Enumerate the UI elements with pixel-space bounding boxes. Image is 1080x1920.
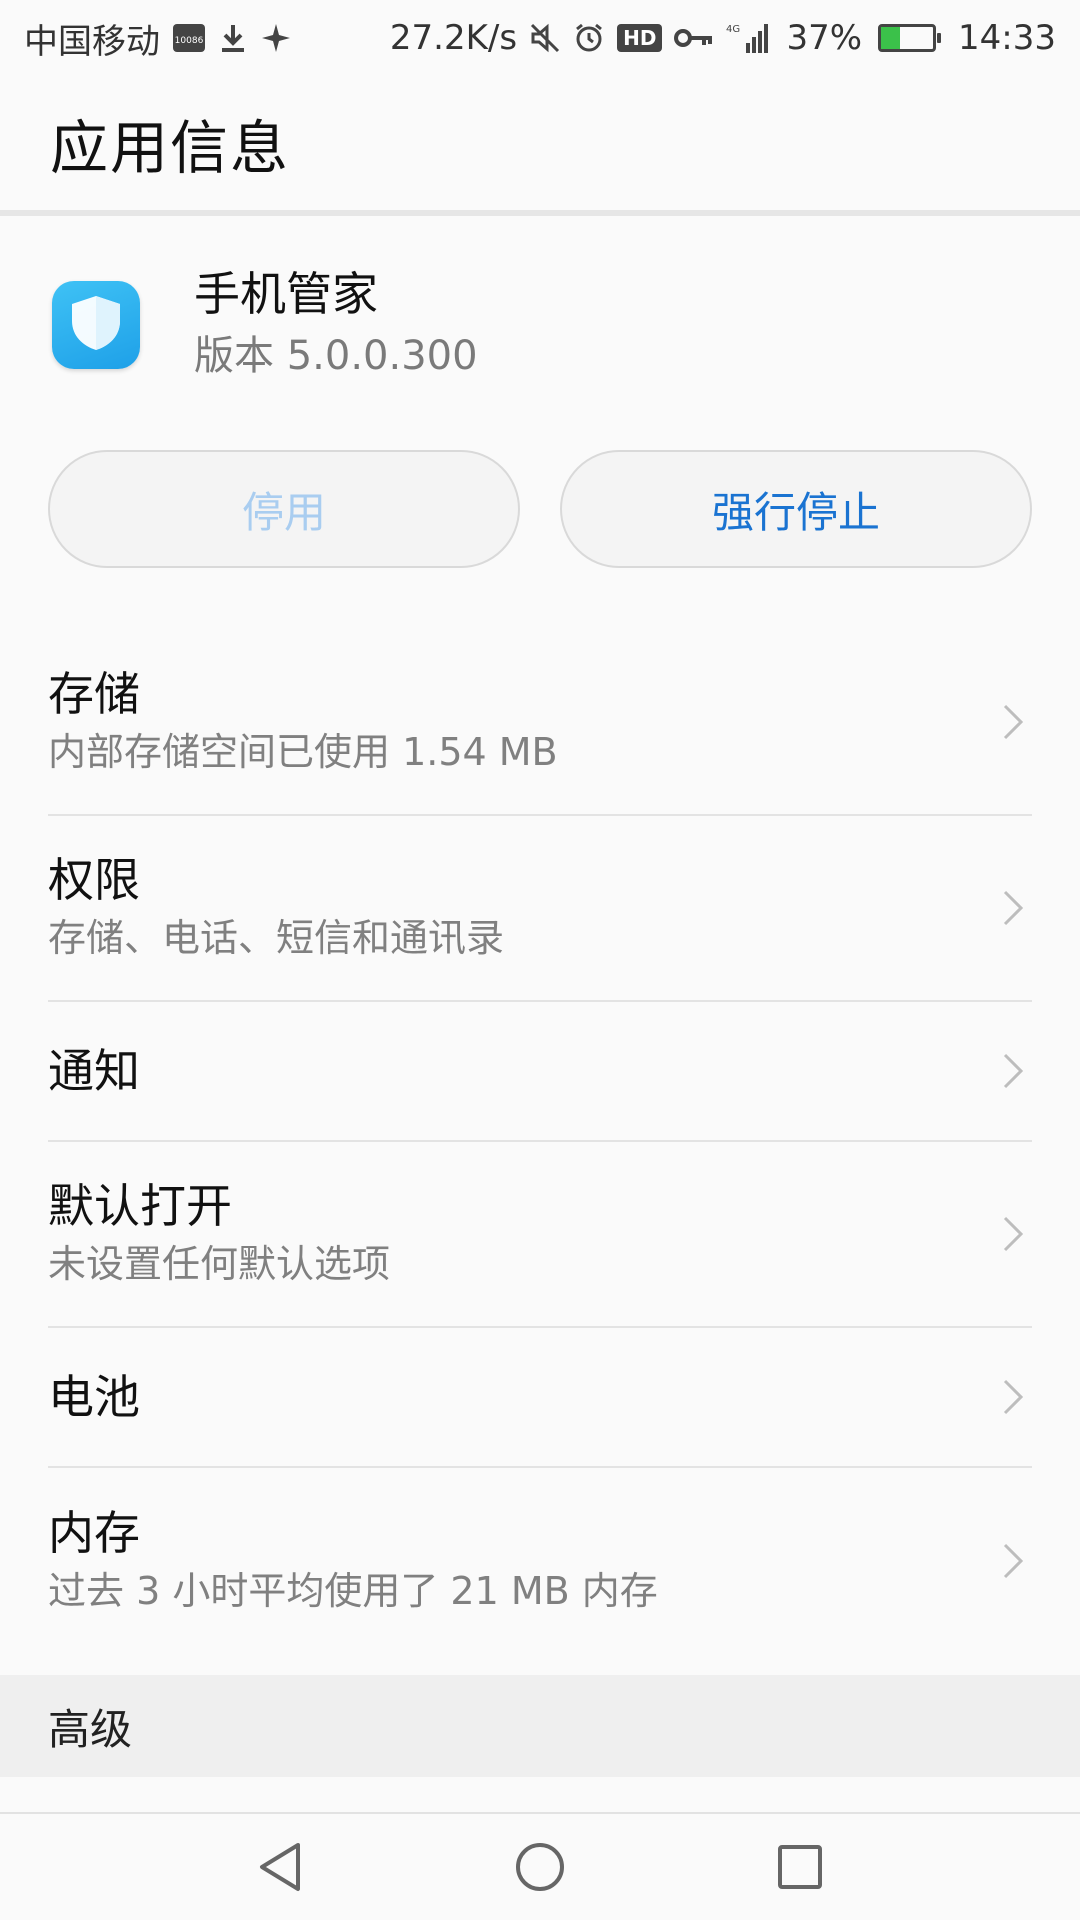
title-bar: 应用信息 (0, 76, 1080, 210)
title-divider (0, 210, 1080, 216)
app-header: 手机管家 版本 5.0.0.300 (0, 250, 1080, 400)
chevron-right-icon (998, 1541, 1028, 1581)
mute-icon (529, 22, 561, 54)
section-header-advanced: 高级 (0, 1675, 1080, 1777)
app-name: 手机管家 (194, 267, 378, 321)
alarm-icon (573, 22, 605, 54)
battery-percent: 37% (786, 18, 863, 58)
list-item-title: 通知 (48, 1044, 140, 1098)
page-title: 应用信息 (50, 114, 291, 182)
svg-text:4G: 4G (726, 24, 740, 35)
sparkle-icon (260, 22, 292, 54)
download-icon (218, 21, 248, 55)
chevron-right-icon (998, 1214, 1028, 1254)
list-item-battery[interactable]: 电池 (48, 1328, 1032, 1468)
net-speed: 27.2K/s (389, 18, 518, 58)
list-item-memory[interactable]: 内存 过去 3 小时平均使用了 21 MB 内存 (48, 1468, 1032, 1654)
chevron-right-icon (998, 1377, 1028, 1417)
list-item-permissions[interactable]: 权限 存储、电话、短信和通讯录 (48, 816, 1032, 1002)
status-bar: 中国移动 10086 27.2K/s HD 4G 37% 14:33 (0, 0, 1080, 76)
list-item-subtitle: 过去 3 小时平均使用了 21 MB 内存 (48, 1569, 658, 1613)
list-item-title: 内存 (48, 1506, 140, 1560)
hd-badge: HD (617, 24, 663, 52)
list-item-title: 存储 (48, 667, 140, 721)
home-icon[interactable] (505, 1832, 575, 1902)
list-item-subtitle: 未设置任何默认选项 (48, 1242, 391, 1286)
force-stop-button[interactable]: 强行停止 (560, 450, 1032, 568)
svg-text:10086: 10086 (175, 36, 204, 46)
battery-icon (878, 24, 942, 52)
settings-list: 存储 内部存储空间已使用 1.54 MB 权限 存储、电话、短信和通讯录 通知 … (0, 630, 1080, 1654)
carrier-badge-icon: 10086 (172, 21, 206, 55)
signal-icon: 4G (726, 21, 774, 55)
disable-button[interactable]: 停用 (48, 450, 520, 568)
section-title: 高级 (48, 1704, 133, 1754)
list-item-subtitle: 内部存储空间已使用 1.54 MB (48, 730, 558, 774)
list-item-title: 默认打开 (48, 1179, 232, 1233)
key-icon (674, 24, 714, 52)
back-icon[interactable] (245, 1832, 315, 1902)
carrier-name: 中国移动 (24, 21, 160, 62)
chevron-right-icon (998, 702, 1028, 742)
list-item-title: 电池 (48, 1370, 140, 1424)
action-buttons: 停用 强行停止 (48, 450, 1032, 568)
app-icon (52, 281, 140, 369)
app-version: 版本 5.0.0.300 (194, 333, 478, 379)
chevron-right-icon (998, 888, 1028, 928)
list-item-subtitle: 存储、电话、短信和通讯录 (48, 916, 505, 960)
navigation-bar (0, 1812, 1080, 1920)
list-item-title: 权限 (48, 853, 140, 907)
shield-icon (67, 293, 125, 357)
recents-icon[interactable] (765, 1832, 835, 1902)
list-item-notifications[interactable]: 通知 (48, 1002, 1032, 1142)
list-item-storage[interactable]: 存储 内部存储空间已使用 1.54 MB (48, 630, 1032, 816)
chevron-right-icon (998, 1051, 1028, 1091)
clock: 14:33 (958, 18, 1056, 58)
list-item-open-by-default[interactable]: 默认打开 未设置任何默认选项 (48, 1142, 1032, 1328)
